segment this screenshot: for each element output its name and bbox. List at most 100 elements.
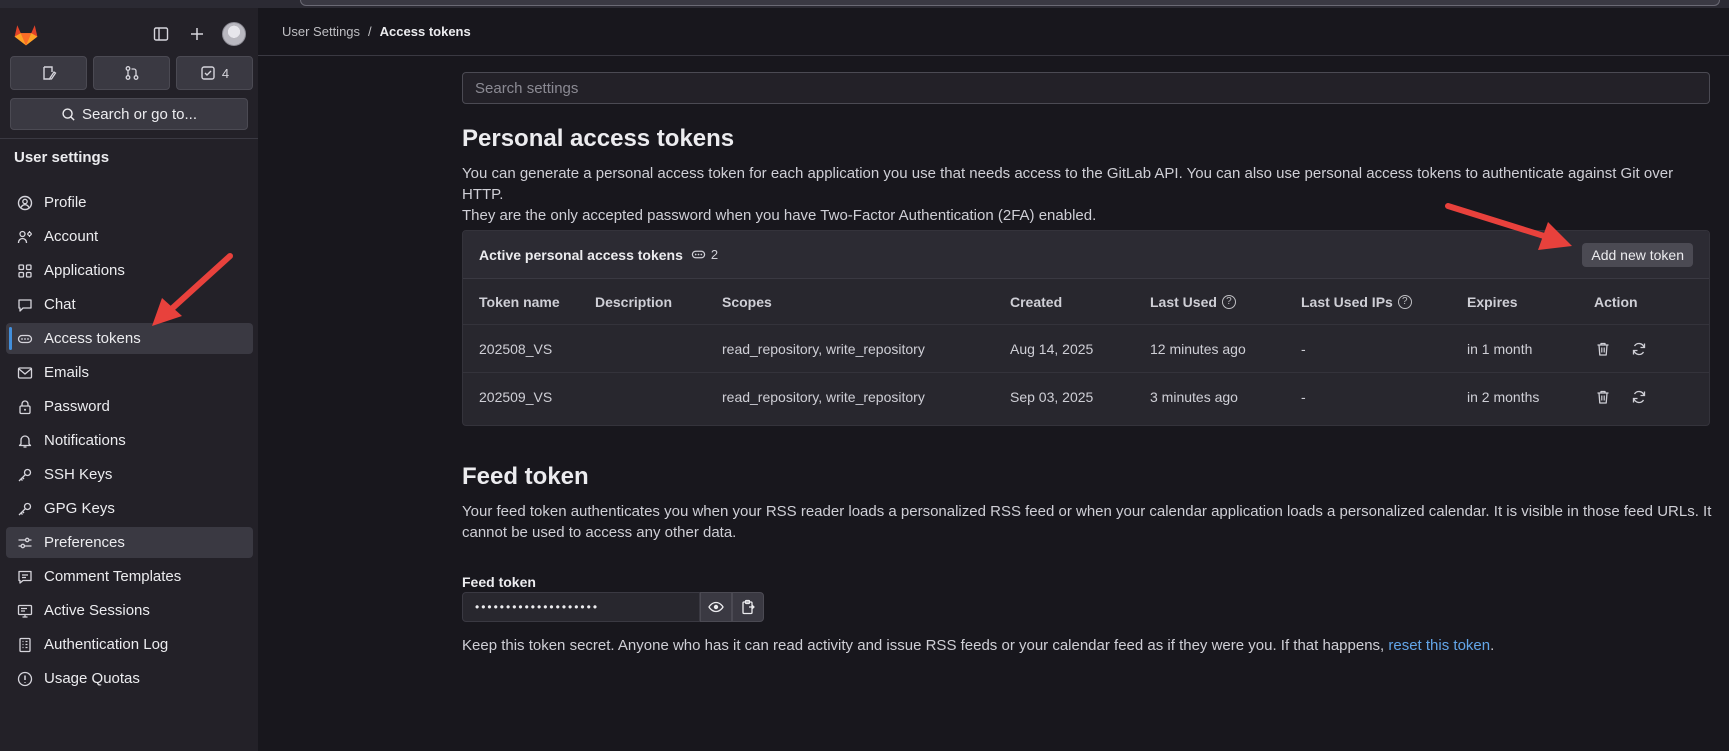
email-icon [16, 364, 34, 382]
pat-title: Personal access tokens [462, 125, 735, 152]
col-action: Action [1594, 293, 1638, 310]
account-icon [16, 228, 34, 246]
sidebar-item-label: Applications [44, 262, 125, 279]
sidebar-item-label: Authentication Log [44, 636, 169, 653]
help-icon[interactable]: ? [1221, 294, 1236, 309]
token-actions [1594, 388, 1694, 406]
feed-token-hint: Keep this token secret. Anyone who has i… [462, 637, 1494, 654]
feed-hint-end: . [1490, 637, 1495, 654]
token-actions [1594, 340, 1694, 358]
sidebar-item-comment-templates[interactable]: Comment Templates [6, 561, 253, 592]
sidebar-item-access-tokens[interactable]: Access tokens [6, 323, 253, 354]
add-new-token-button[interactable]: Add new token [1582, 243, 1693, 267]
sidebar-item-password[interactable]: Password [6, 391, 253, 422]
sidebar-section-title: User settings [14, 149, 110, 166]
browser-top-strip [0, 0, 1729, 8]
feed-token-label: Feed token [462, 574, 536, 590]
token-scopes: read_repository, write_repository [722, 389, 925, 405]
token-expires: in 1 month [1467, 340, 1533, 357]
sidebar-item-label: SSH Keys [44, 466, 113, 483]
search-settings-input[interactable]: Search settings [462, 72, 1710, 104]
reveal-token-button[interactable] [700, 592, 732, 622]
col-last-used-ips[interactable]: Last Used IPs? [1301, 294, 1467, 310]
sidebar-item-label: Chat [44, 296, 76, 313]
sidebar-item-chat[interactable]: Chat [6, 289, 253, 320]
sidebar-item-notifications[interactable]: Notifications [6, 425, 253, 456]
copy-token-button[interactable] [732, 592, 764, 622]
token-last-used: 3 minutes ago [1150, 389, 1238, 405]
main-content: User Settings / Access tokens Search set… [258, 8, 1729, 751]
avatar[interactable] [222, 22, 246, 46]
issues-button[interactable] [10, 56, 87, 90]
breadcrumb-parent[interactable]: User Settings [282, 24, 360, 39]
profile-icon [16, 194, 34, 212]
address-bar[interactable] [300, 0, 1720, 6]
sidebar-item-label: Comment Templates [44, 568, 182, 585]
merge-requests-button[interactable] [93, 56, 170, 90]
sidebar-item-label: Profile [44, 194, 87, 211]
token-last-used-ips: - [1301, 340, 1306, 357]
sidebar-item-emails[interactable]: Emails [6, 357, 253, 388]
sidebar-item-ssh-keys[interactable]: SSH Keys [6, 459, 253, 490]
token-icon [691, 250, 706, 259]
active-tokens-count: 2 [691, 247, 718, 262]
sidebar-item-authentication-log[interactable]: Authentication Log [6, 629, 253, 660]
gitlab-logo-icon[interactable] [12, 20, 40, 48]
sidebar-item-label: Account [44, 228, 99, 245]
sidebar-item-account[interactable]: Account [6, 221, 253, 252]
clipboard-icon [742, 599, 755, 615]
token-icon [16, 330, 34, 348]
sidebar-item-label: Access tokens [44, 330, 141, 347]
sidebar-item-active-sessions[interactable]: Active Sessions [6, 595, 253, 626]
col-description[interactable]: Description [595, 294, 722, 310]
breadcrumb: User Settings / Access tokens [282, 24, 471, 39]
chat-icon [16, 296, 34, 314]
feed-token-group: •••••••••••••••••••• [462, 592, 764, 622]
applications-icon [16, 262, 34, 280]
col-last-used-ips-label: Last Used IPs [1301, 293, 1393, 310]
preferences-icon [16, 534, 34, 552]
col-last-used[interactable]: Last Used? [1150, 294, 1301, 310]
search-or-go-button[interactable]: Search or go to... [10, 98, 248, 130]
token-name: 202509_VS [479, 389, 553, 405]
header-divider [258, 55, 1729, 56]
feed-token-input[interactable]: •••••••••••••••••••• [462, 592, 700, 622]
col-scopes[interactable]: Scopes [722, 294, 1010, 310]
sidebar-item-label: Preferences [44, 534, 125, 551]
sidebar-divider [0, 138, 258, 139]
col-created[interactable]: Created [1010, 294, 1150, 310]
col-expires[interactable]: Expires [1467, 294, 1594, 310]
log-icon [16, 636, 34, 654]
active-tokens-title: Active personal access tokens [479, 246, 683, 263]
table-header-row: Token name Description Scopes Created La… [463, 279, 1709, 325]
monitor-icon [16, 602, 34, 620]
sidebar-item-preferences[interactable]: Preferences [6, 527, 253, 558]
col-token-name[interactable]: Token name [463, 294, 595, 310]
sidebar-item-applications[interactable]: Applications [6, 255, 253, 286]
sidebar-item-profile[interactable]: Profile [6, 187, 253, 218]
sidebar-item-usage-quotas[interactable]: Usage Quotas [6, 663, 253, 694]
sidebar-item-label: Active Sessions [44, 602, 150, 619]
reset-token-link[interactable]: reset this token [1388, 637, 1490, 654]
help-icon[interactable]: ? [1397, 294, 1412, 309]
token-last-used-ips: - [1301, 389, 1306, 405]
sidebar: 4 Search or go to... User settings Profi… [0, 8, 258, 751]
rotate-icon[interactable] [1630, 388, 1648, 406]
bell-icon [16, 432, 34, 450]
merge-request-icon [125, 66, 138, 80]
todos-button[interactable]: 4 [176, 56, 253, 90]
feed-description-line1: Your feed token authenticates you when y… [462, 503, 1712, 520]
search-or-go-label: Search or go to... [81, 105, 198, 123]
sidebar-nav: Profile Account Applications Chat Access… [6, 187, 253, 697]
breadcrumb-current[interactable]: Access tokens [380, 24, 471, 39]
sidebar-item-gpg-keys[interactable]: GPG Keys [6, 493, 253, 524]
rotate-icon[interactable] [1630, 340, 1648, 358]
trash-icon[interactable] [1594, 340, 1612, 358]
sidebar-item-label: GPG Keys [44, 500, 115, 517]
trash-icon[interactable] [1594, 388, 1612, 406]
pat-description: You can generate a personal access token… [462, 163, 1712, 226]
plus-icon[interactable] [186, 23, 208, 45]
quota-icon [16, 670, 34, 688]
token-last-used: 12 minutes ago [1150, 340, 1246, 357]
sidebar-toggle-icon[interactable] [150, 23, 172, 45]
